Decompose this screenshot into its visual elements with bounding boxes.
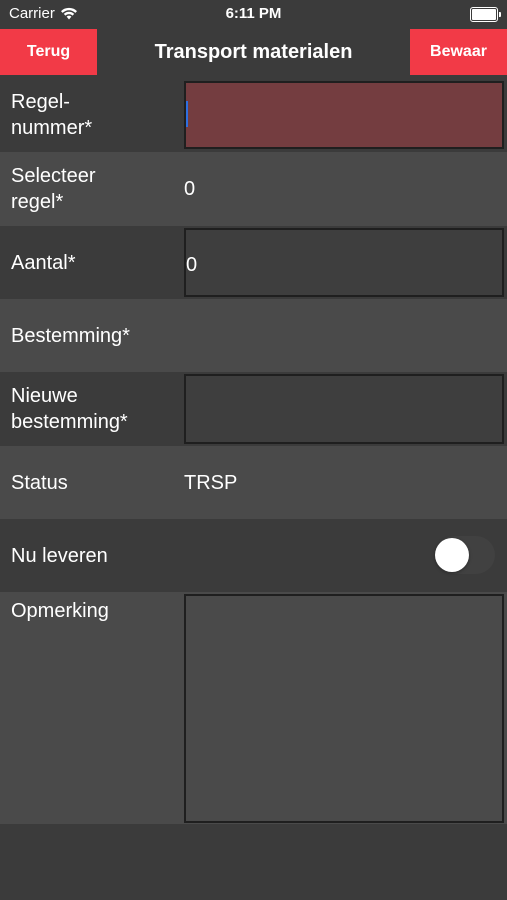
form-row-nu-leveren: Nu leveren [0,519,507,592]
form-row-selecteer-regel[interactable]: Selecteer regel* 0 [0,152,507,226]
nieuwe-bestemming-label: Nieuwe bestemming* [11,385,128,433]
status-bar: Carrier 6:11 PM [0,0,507,28]
nu-leveren-label: Nu leveren [11,545,108,567]
save-button[interactable]: Bewaar [410,29,507,75]
status-label: Status [11,472,68,494]
form-row-nieuwe-bestemming: Nieuwe bestemming* [0,372,507,446]
form-row-bestemming[interactable]: Bestemming* [0,299,507,372]
opmerking-textarea[interactable] [184,594,504,823]
nieuwe-bestemming-input[interactable] [184,374,504,444]
opmerking-label: Opmerking [11,600,109,622]
form-row-opmerking: Opmerking [0,592,507,824]
form-row-status: Status TRSP [0,446,507,519]
selecteer-regel-label: Selecteer regel* [11,165,96,213]
toggle-knob [435,538,469,572]
battery-icon [470,7,501,22]
form-row-aantal: Aantal* 0 [0,226,507,299]
aantal-input[interactable]: 0 [184,228,504,297]
selecteer-regel-value[interactable]: 0 [184,176,195,202]
aantal-label: Aantal* [11,252,76,274]
status-value: TRSP [184,472,238,494]
bestemming-label: Bestemming* [11,325,130,347]
navigation-bar: Terug Transport materialen Bewaar [0,28,507,76]
nu-leveren-toggle[interactable] [435,536,495,574]
text-cursor [186,101,188,127]
page-title: Transport materialen [154,40,353,63]
clock: 6:11 PM [225,5,282,22]
regelnummer-input[interactable] [184,81,504,149]
regelnummer-label: Regel- nummer* [11,91,93,139]
form-row-regelnummer: Regel- nummer* [0,76,507,152]
back-button[interactable]: Terug [0,29,97,75]
